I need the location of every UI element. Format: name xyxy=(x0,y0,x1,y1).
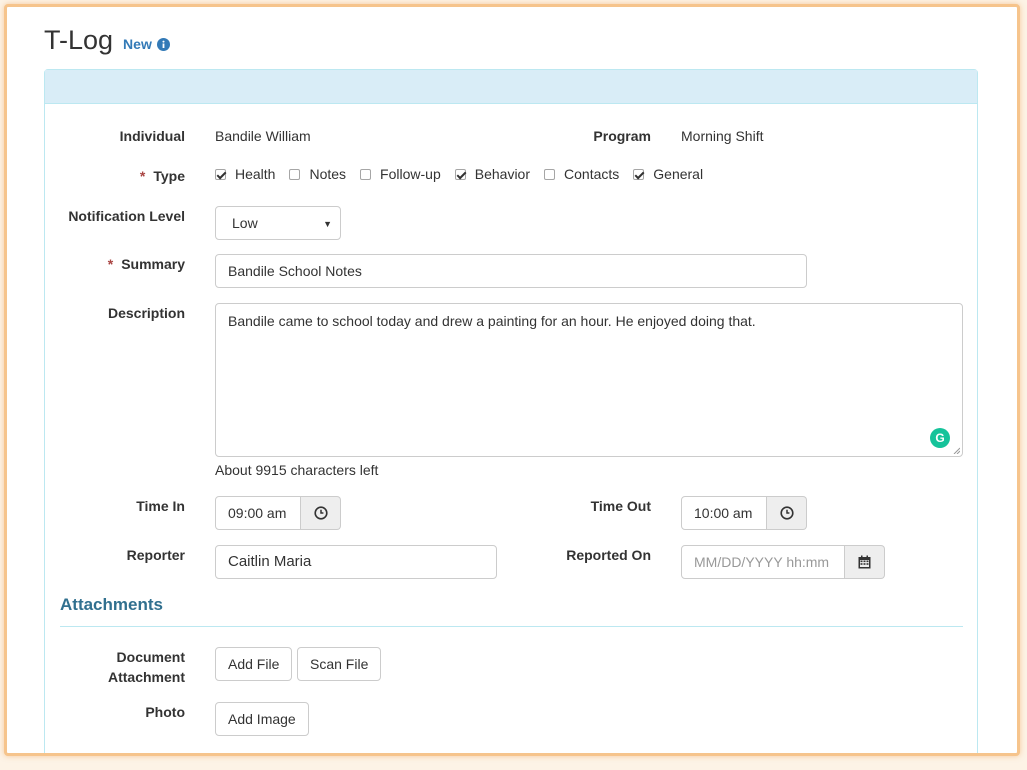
attachments-divider xyxy=(60,626,963,627)
notification-level-value: Low xyxy=(232,215,258,231)
type-option-notes[interactable]: Notes xyxy=(289,166,346,182)
type-label: * Type xyxy=(55,166,185,186)
type-option-follow-up[interactable]: Follow-up xyxy=(360,166,441,182)
type-checkbox-group: Health Notes Follow-up Behavior Contacts… xyxy=(215,166,717,182)
contacts-checkbox-label: Contacts xyxy=(564,166,620,182)
health-checkbox[interactable] xyxy=(215,168,226,180)
scan-file-button[interactable]: Scan File xyxy=(297,647,382,681)
reported-on-label: Reported On xyxy=(566,547,651,563)
summary-label-text: Summary xyxy=(121,256,185,272)
required-marker: * xyxy=(107,256,114,272)
general-checkbox-label: General xyxy=(653,166,704,182)
reporter-input[interactable]: Caitlin Maria xyxy=(215,545,497,579)
clock-icon xyxy=(313,506,328,520)
behavior-checkbox[interactable] xyxy=(454,168,466,180)
attachments-heading: Attachments xyxy=(60,595,163,614)
add-image-button[interactable]: Add Image xyxy=(215,702,309,736)
reported-on-calendar-button[interactable] xyxy=(845,545,885,579)
document-attachment-label-line1: Document xyxy=(116,649,185,665)
notification-level-label: Notification Level xyxy=(68,208,185,224)
notification-level-select[interactable]: Low ▼ xyxy=(215,206,341,240)
time-out-input[interactable]: 10:00 am xyxy=(681,496,767,530)
info-circle-icon[interactable] xyxy=(156,37,170,51)
grammarly-icon[interactable]: G xyxy=(930,428,950,448)
notes-checkbox-label: Notes xyxy=(309,166,347,182)
type-option-general[interactable]: General xyxy=(633,166,703,182)
new-badge: New xyxy=(123,36,170,52)
follow-up-checkbox-label: Follow-up xyxy=(380,166,441,182)
description-label: Description xyxy=(107,305,185,321)
time-in-input[interactable]: 09:00 am xyxy=(215,496,301,530)
summary-label: * Summary xyxy=(55,254,185,274)
summary-input[interactable]: Bandile School Notes xyxy=(215,254,807,288)
page-title: T-Log xyxy=(44,25,114,55)
individual-label: Individual xyxy=(119,128,185,144)
general-checkbox[interactable] xyxy=(633,168,645,180)
time-out-clock-button[interactable] xyxy=(767,496,807,530)
new-badge-label: New xyxy=(123,36,152,52)
health-checkbox-label: Health xyxy=(235,166,276,182)
individual-value: Bandile William xyxy=(215,128,311,144)
add-file-button[interactable]: Add File xyxy=(215,647,293,681)
notes-checkbox[interactable] xyxy=(289,168,301,180)
document-attachment-label: Document Attachment xyxy=(55,647,185,687)
type-option-behavior[interactable]: Behavior xyxy=(454,166,531,182)
required-marker: * xyxy=(139,168,146,184)
resize-grip-icon[interactable] xyxy=(952,446,960,454)
type-option-health[interactable]: Health xyxy=(215,166,275,182)
dropdown-caret-icon: ▼ xyxy=(323,219,332,229)
time-out-label: Time Out xyxy=(590,498,651,514)
photo-label: Photo xyxy=(145,704,185,720)
behavior-checkbox-label: Behavior xyxy=(474,166,531,182)
type-option-contacts[interactable]: Contacts xyxy=(544,166,619,182)
page-header: T-Log New xyxy=(44,25,170,56)
reported-on-input[interactable]: MM/DD/YYYY hh:mm xyxy=(681,545,845,579)
program-value: Morning Shift xyxy=(681,128,764,144)
tlog-panel: Individual Bandile William Program Morni… xyxy=(44,69,978,753)
calendar-icon xyxy=(858,555,871,569)
follow-up-checkbox[interactable] xyxy=(360,168,372,180)
type-label-text: Type xyxy=(153,168,185,184)
description-text: Bandile came to school today and drew a … xyxy=(228,313,756,329)
time-in-label: Time In xyxy=(136,498,185,514)
document-attachment-label-line2: Attachment xyxy=(107,669,185,685)
contacts-checkbox[interactable] xyxy=(544,168,556,180)
characters-left-text: About 9915 characters left xyxy=(215,462,379,478)
panel-heading xyxy=(45,70,977,104)
reporter-label: Reporter xyxy=(126,547,185,563)
app-frame: T-Log New Individual Bandile William Pro… xyxy=(4,4,1020,756)
clock-icon xyxy=(779,506,794,520)
description-textarea[interactable]: Bandile came to school today and drew a … xyxy=(215,303,963,457)
program-label: Program xyxy=(593,128,651,144)
time-in-clock-button[interactable] xyxy=(301,496,341,530)
